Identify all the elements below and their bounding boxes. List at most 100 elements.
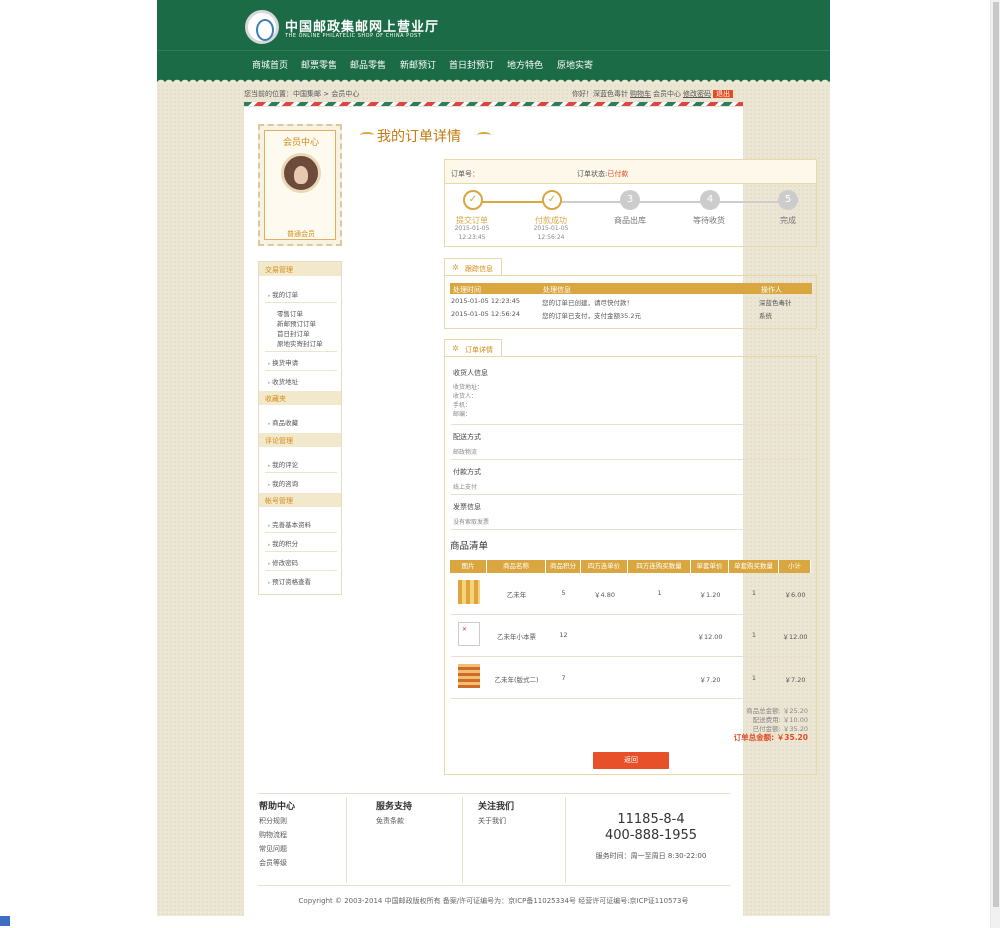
nav-stamps-retail[interactable]: 邮票零售 bbox=[301, 58, 337, 71]
member-level: 普通会员 bbox=[287, 230, 315, 238]
goods-image[interactable] bbox=[458, 664, 480, 688]
footer-link[interactable]: 常见问题 bbox=[259, 844, 287, 854]
footer-about-heading: 关注我们 bbox=[478, 802, 515, 812]
shipping-value: 邮政物流 bbox=[453, 449, 478, 456]
hotline-2: 400-888-1955 bbox=[604, 828, 698, 843]
step-label: 完成 bbox=[780, 216, 796, 225]
logout-button[interactable]: 退出 bbox=[713, 90, 733, 98]
goods-unit-price: ￥1.20 bbox=[699, 591, 721, 599]
step-label: 商品出库 bbox=[614, 216, 646, 225]
footer-link[interactable]: 会员等级 bbox=[259, 858, 287, 868]
goods-image[interactable] bbox=[458, 580, 480, 604]
nav-home[interactable]: 商城首页 bbox=[252, 58, 288, 71]
sidebar-item-points[interactable]: 我的积分 bbox=[268, 538, 298, 548]
main-nav: 商城首页 邮票零售 邮品零售 新邮预订 首日封预订 地方特色 原地实寄 bbox=[157, 50, 830, 76]
tracking-header-time: 处理时间 bbox=[450, 283, 540, 294]
sidebar-group-trade: 交易管理 bbox=[259, 262, 341, 276]
sidebar-sub-retail-orders[interactable]: 零售订单 bbox=[277, 308, 303, 318]
step-check-icon: ✓ bbox=[542, 190, 562, 210]
order-number-label: 订单号： bbox=[451, 170, 479, 178]
member-card: 会员中心 普通会员 bbox=[258, 124, 342, 246]
page-title: 我的订单详情 bbox=[377, 129, 461, 145]
footer-link[interactable]: 关于我们 bbox=[478, 816, 506, 826]
goods-unit-qty: 1 bbox=[751, 631, 757, 639]
goods-subtotal: ￥6.00 bbox=[784, 591, 806, 599]
back-button[interactable]: 返回 bbox=[593, 752, 669, 769]
sidebar-group-account: 帐号管理 bbox=[259, 493, 341, 507]
airmail-stripe bbox=[244, 102, 743, 106]
hotline-1: 11185-8-4 bbox=[617, 812, 685, 827]
username[interactable]: 深蓝色毒针 bbox=[593, 90, 628, 98]
tracking-cell: 您的订单已支付，支付金额35.2元 bbox=[542, 312, 641, 320]
receiver-heading: 收货人信息 bbox=[453, 369, 488, 377]
receiver-zip: 邮编： bbox=[453, 411, 472, 418]
goods-name[interactable]: 乙未年小本票 bbox=[487, 631, 546, 641]
order-total: 订单总金额: ￥35.20 bbox=[733, 733, 808, 742]
goods-points: 7 bbox=[561, 674, 566, 682]
sidebar-menu: 交易管理 我的订单 零售订单 新邮预订订单 首日封订单 原地实寄封订单 换货申请… bbox=[258, 261, 342, 595]
nav-local-mailing[interactable]: 原地实寄 bbox=[557, 58, 593, 71]
title-ornament-right bbox=[477, 132, 491, 138]
sidebar-item-my-orders[interactable]: 我的订单 bbox=[268, 289, 298, 299]
sidebar-item-my-reviews[interactable]: 我的评论 bbox=[268, 459, 298, 469]
order-detail-panel: 收货人信息 收货地址： 收货人： 手机： 邮编： 配送方式 邮政物流 付款方式 … bbox=[444, 355, 817, 775]
goods-quad-qty: 1 bbox=[657, 589, 662, 597]
status-corner-icon bbox=[0, 916, 10, 926]
change-password-link[interactable]: 修改密码 bbox=[683, 90, 711, 98]
step-number: 3 bbox=[620, 190, 640, 210]
tracking-cell: 2015-01-05 12:23:45 bbox=[451, 297, 521, 305]
scalloped-edge bbox=[157, 76, 830, 84]
china-post-logo-icon[interactable] bbox=[245, 10, 279, 44]
step-check-icon: ✓ bbox=[463, 190, 483, 210]
tracking-cell: 您的订单已创建，请尽快付款！ bbox=[542, 299, 633, 307]
goods-list-heading: 商品清单 bbox=[450, 541, 489, 552]
nav-new-stamps-preorder[interactable]: 新邮预订 bbox=[400, 58, 436, 71]
goods-quad-price: ￥4.80 bbox=[594, 591, 615, 599]
goods-points: 5 bbox=[561, 589, 566, 597]
breadcrumb: 您当前的位置：中国集邮 > 会员中心 bbox=[244, 90, 360, 98]
copyright: Copyright © 2003-2014 中国邮政版权所有 备案/许可证编号为… bbox=[298, 897, 689, 905]
scrollbar-thumb[interactable] bbox=[993, 2, 999, 907]
nav-philatelic-goods[interactable]: 邮品零售 bbox=[350, 58, 386, 71]
receiver-address: 收货地址： bbox=[453, 384, 484, 391]
member-center-link[interactable]: 会员中心 bbox=[653, 90, 681, 98]
order-status-value: 已付款 bbox=[607, 170, 629, 178]
goods-image[interactable] bbox=[458, 622, 480, 646]
avatar[interactable] bbox=[281, 153, 321, 193]
vertical-scrollbar[interactable] bbox=[990, 0, 1000, 928]
footer-help-heading: 帮助中心 bbox=[259, 802, 296, 812]
goods-header: 商品积分 bbox=[546, 560, 581, 573]
nav-first-day-cover[interactable]: 首日封预订 bbox=[449, 58, 494, 71]
sidebar-sub-preorder-orders[interactable]: 新邮预订订单 bbox=[277, 318, 316, 328]
tracking-cell: 2015-01-05 12:56:24 bbox=[451, 310, 521, 318]
tracking-cell: 系统 bbox=[759, 312, 772, 320]
goods-subtotal: ￥12.00 bbox=[782, 633, 808, 641]
cart-link[interactable]: 购物车 bbox=[630, 90, 651, 98]
sidebar-item-preorder-eligibility[interactable]: 预订资格查看 bbox=[268, 576, 311, 586]
goods-unit-price: ￥7.20 bbox=[699, 676, 721, 684]
sidebar-item-profile[interactable]: 完善基本资料 bbox=[268, 519, 311, 529]
sidebar-sub-fdc-orders[interactable]: 首日封订单 bbox=[277, 328, 310, 338]
sidebar-item-favorites[interactable]: 商品收藏 bbox=[268, 417, 298, 427]
footer-link[interactable]: 购物流程 bbox=[259, 830, 287, 840]
sidebar-item-address[interactable]: 收货地址 bbox=[268, 376, 298, 386]
sidebar-item-exchange[interactable]: 换货申请 bbox=[268, 357, 298, 367]
tracking-header-operator: 操作人 bbox=[758, 283, 812, 294]
goods-header: 四方连购买数量 bbox=[628, 560, 691, 573]
footer-link[interactable]: 免责条款 bbox=[376, 816, 404, 826]
goods-name[interactable]: 乙未年(版式二) bbox=[487, 674, 546, 684]
footer-link[interactable]: 积分规则 bbox=[259, 816, 287, 826]
sidebar-item-change-password[interactable]: 修改密码 bbox=[268, 557, 298, 567]
goods-unit-price: ￥12.00 bbox=[697, 633, 723, 641]
goods-name[interactable]: 乙未年 bbox=[487, 589, 546, 599]
sidebar-item-inquiries[interactable]: 我的咨询 bbox=[268, 478, 298, 488]
footer-help: 帮助中心 积分规则 购物流程 常见问题 会员等级 bbox=[258, 797, 347, 883]
goods-header: 图片 bbox=[450, 560, 487, 573]
sidebar-group-favorites: 收藏夹 bbox=[259, 391, 341, 405]
goods-header: 单套单价 bbox=[691, 560, 729, 573]
nav-local-specialty[interactable]: 地方特色 bbox=[507, 58, 543, 71]
goods-header: 单套购买数量 bbox=[729, 560, 779, 573]
member-card-title: 会员中心 bbox=[282, 138, 319, 148]
title-ornament-left bbox=[360, 132, 374, 138]
sidebar-sub-local-orders[interactable]: 原地实寄封订单 bbox=[277, 338, 323, 348]
